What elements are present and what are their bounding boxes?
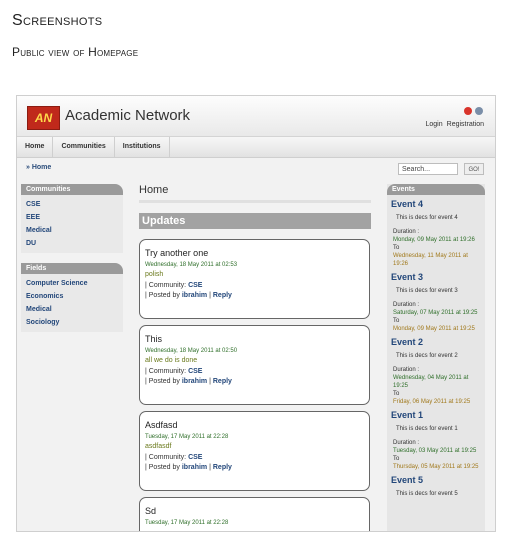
post-date: Tuesday, 17 May 2011 at 22:28 (145, 520, 229, 526)
sidebar-item-eee[interactable]: EEE (21, 211, 123, 224)
events-sidebar: Events Event 4 This is decs for event 4 … (387, 184, 485, 531)
sidebar-item-computer-science[interactable]: Computer Science (21, 277, 123, 290)
sidebar-item-sociology[interactable]: Sociology (21, 316, 123, 329)
main-content: Home Updates Try another one Wednesday, … (139, 184, 371, 531)
header-icons (464, 107, 483, 115)
event-title[interactable]: Event 5 (391, 475, 481, 485)
event-title[interactable]: Event 4 (391, 199, 481, 209)
post-community: | Community: CSE (145, 282, 203, 289)
event-item: Event 4 This is decs for event 4 Duratio… (387, 195, 485, 268)
post-body: all we do is done (145, 357, 198, 364)
event-item: Event 5 This is decs for event 5 (387, 471, 485, 497)
site-header: AN Academic Network Login Registration (17, 96, 495, 137)
event-description: This is decs for event 2 (396, 353, 458, 359)
page-title: Home (139, 184, 169, 196)
homepage-screenshot: AN Academic Network Login Registration H… (16, 95, 496, 532)
document-subheading: Public view of Homepage (12, 45, 139, 59)
author-link[interactable]: ibrahim (182, 378, 207, 385)
post-community: | Community: CSE (145, 368, 203, 375)
reply-link[interactable]: Reply (213, 464, 232, 471)
search-input[interactable]: Search... (398, 163, 458, 175)
left-sidebar: Communities CSE EEE Medical DU Fields Co… (21, 184, 123, 332)
event-item: Event 3 This is decs for event 3 Duratio… (387, 268, 485, 333)
breadcrumb[interactable]: » Home (26, 164, 51, 171)
event-description: This is decs for event 4 (396, 215, 458, 221)
account-links: Login Registration (426, 121, 485, 128)
event-description: This is decs for event 5 (396, 491, 458, 497)
event-duration: Duration : Monday, 09 May 2011 at 19:26 … (393, 229, 475, 267)
reply-link[interactable]: Reply (213, 378, 232, 385)
community-link[interactable]: CSE (188, 282, 202, 289)
event-description: This is decs for event 3 (396, 288, 458, 294)
registration-link[interactable]: Registration (447, 121, 484, 128)
reply-link[interactable]: Reply (213, 292, 232, 299)
sidebar-item-economics[interactable]: Economics (21, 290, 123, 303)
post-title: Sd (145, 506, 157, 516)
post-body: asdfasdf (145, 443, 172, 450)
sidebar-item-medical[interactable]: Medical (21, 224, 123, 237)
event-title[interactable]: Event 2 (391, 337, 481, 347)
fields-heading: Fields (21, 263, 123, 274)
post-date: Tuesday, 17 May 2011 at 22:28 (145, 434, 229, 440)
post-author: | Posted by ibrahim | Reply (145, 292, 232, 299)
updates-heading: Updates (139, 213, 371, 229)
community-link[interactable]: CSE (188, 368, 202, 375)
nav-home[interactable]: Home (17, 137, 54, 157)
fields-list: Computer Science Economics Medical Socio… (21, 274, 123, 332)
sidebar-item-du[interactable]: DU (21, 237, 123, 250)
event-duration: Duration : Saturday, 07 May 2011 at 19:2… (393, 302, 478, 332)
event-duration: Duration : Tuesday, 03 May 2011 at 19:25… (393, 440, 479, 470)
post-title: Try another one (145, 248, 209, 258)
event-item: Event 1 This is decs for event 1 Duratio… (387, 406, 485, 471)
post-date: Wednesday, 18 May 2011 at 02:50 (145, 348, 238, 354)
language-flag-icon[interactable] (475, 107, 483, 115)
post-community: | Community: CSE (145, 454, 203, 461)
event-duration: Duration : Wednesday, 04 May 2011 at 19:… (393, 367, 471, 405)
community-link[interactable]: CSE (188, 454, 202, 461)
nav-institutions[interactable]: Institutions (115, 137, 170, 157)
event-description: This is decs for event 1 (396, 426, 458, 432)
post-title: Asdfasd (145, 420, 178, 430)
communities-heading: Communities (21, 184, 123, 195)
post-body: polish (145, 271, 164, 278)
post-date: Wednesday, 18 May 2011 at 02:53 (145, 262, 238, 268)
language-flag-icon[interactable] (464, 107, 472, 115)
post-title: This (145, 334, 163, 344)
update-post: Asdfasd Tuesday, 17 May 2011 at 22:28 as… (139, 411, 370, 491)
author-link[interactable]: ibrahim (182, 292, 207, 299)
post-author: | Posted by ibrahim | Reply (145, 464, 232, 471)
event-item: Event 2 This is decs for event 2 Duratio… (387, 333, 485, 406)
nav-communities[interactable]: Communities (53, 137, 115, 157)
event-title[interactable]: Event 3 (391, 272, 481, 282)
login-link[interactable]: Login (426, 121, 443, 128)
site-title: Academic Network (65, 107, 191, 124)
sidebar-item-medical-field[interactable]: Medical (21, 303, 123, 316)
update-post: Sd Tuesday, 17 May 2011 at 22:28 (139, 497, 370, 531)
update-post: This Wednesday, 18 May 2011 at 02:50 all… (139, 325, 370, 405)
update-post: Try another one Wednesday, 18 May 2011 a… (139, 239, 370, 319)
post-author: | Posted by ibrahim | Reply (145, 378, 232, 385)
main-nav: Home Communities Institutions (17, 137, 495, 158)
communities-list: CSE EEE Medical DU (21, 195, 123, 253)
author-link[interactable]: ibrahim (182, 464, 207, 471)
sidebar-item-cse[interactable]: CSE (21, 198, 123, 211)
site-logo[interactable]: AN (27, 106, 60, 130)
title-divider (139, 200, 371, 203)
events-heading: Events (387, 184, 485, 195)
search-go-button[interactable]: GO! (464, 163, 484, 175)
event-title[interactable]: Event 1 (391, 410, 481, 420)
document-heading: Screenshots (12, 12, 103, 29)
